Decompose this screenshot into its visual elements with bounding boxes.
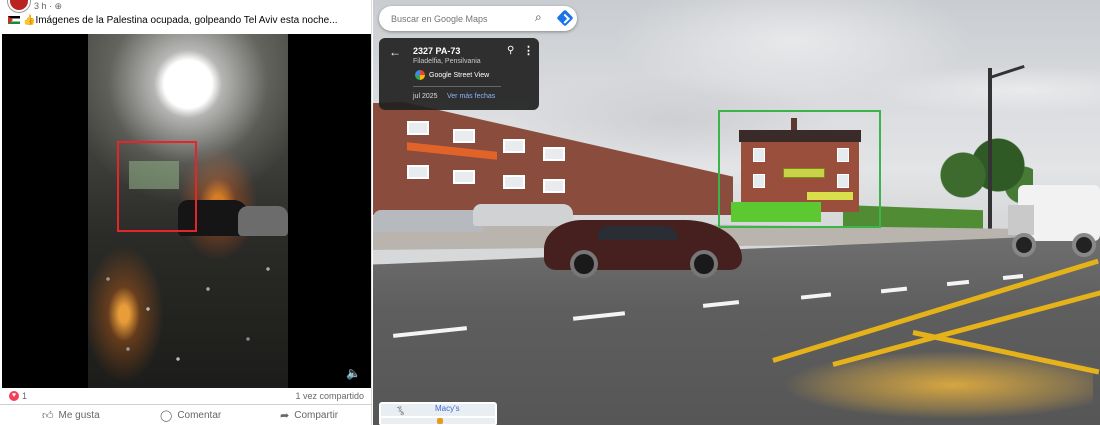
like-button[interactable]: 👍︎ Me gusta [42,409,100,422]
city-subtitle: Filadelfia, Pensilvania [413,58,481,65]
like-label: Me gusta [58,410,100,421]
parked-suv [473,204,573,226]
red-highlight-box [117,141,197,232]
video-frame [88,34,288,388]
maps-search-bar[interactable]: ⌕ [379,6,577,31]
thumbs-up-icon: 👍︎ [42,410,54,422]
google-logo-icon [415,70,425,80]
share-count[interactable]: 1 vez compartido [295,391,364,401]
search-icon[interactable]: ⌕ [535,10,542,25]
street-view-service: Google Street View [415,70,489,80]
post-actions: 👍︎ Me gusta ◯ Comentar ➦ Compartir [0,404,372,424]
comparison-screenshot: 3 h · ⊕ 👍Imágenes de la Palestina ocupad… [0,0,1100,425]
post-timestamp[interactable]: 3 h · ⊕ [34,1,62,12]
card-divider [413,86,501,87]
parked-car-silver [373,210,483,232]
debris-field [88,249,288,388]
maroon-sedan [544,220,742,278]
comment-button[interactable]: ◯ Comentar [160,409,221,422]
thumbs-up-emoji: 👍 [23,15,36,26]
minimap-place-label: Macy's [435,404,460,413]
service-label: Google Street View [429,71,490,79]
shopping-bag-icon [437,418,443,424]
directions-icon[interactable] [556,9,574,27]
share-button[interactable]: ➦ Compartir [280,409,338,422]
minimap[interactable]: Ave Macy's [379,402,497,425]
palestine-flag-icon [8,16,20,24]
street-view-info-card: ← 2327 PA-73 Filadelfia, Pensilvania ⚲ ⋮… [379,38,539,110]
post-video[interactable]: 🔈 [2,34,371,388]
more-options-icon[interactable]: ⋮ [523,44,534,57]
back-arrow-icon[interactable]: ← [389,45,401,59]
avatar[interactable] [8,0,30,12]
white-truck [1008,175,1100,257]
post-header: 3 h · ⊕ 👍Imágenes de la Palestina ocupad… [0,0,372,34]
volume-icon[interactable]: 🔈 [346,366,361,380]
comment-label: Comentar [177,410,222,421]
location-pin-icon[interactable]: ⚲ [507,45,514,56]
street-light-pole [988,68,992,233]
blurred-foreground [753,345,1093,425]
post-stats: ♥ 1 1 vez compartido [0,390,372,404]
capture-date: jul 2025 [413,93,438,100]
green-highlight-box [718,110,881,228]
search-input[interactable] [391,11,521,26]
lit-building-sign [129,161,179,189]
address-title: 2327 PA-73 [413,46,461,56]
heart-reaction-icon[interactable]: ♥ [9,391,19,401]
facebook-post: 3 h · ⊕ 👍Imágenes de la Palestina ocupad… [0,0,372,425]
post-caption: 👍Imágenes de la Palestina ocupada, golpe… [8,15,338,26]
caption-text: Imágenes de la Palestina ocupada, golpea… [35,15,338,26]
more-dates-link[interactable]: Ver más fechas [447,93,495,100]
comment-icon: ◯ [160,410,173,422]
parked-car [238,206,288,236]
street-view-panorama[interactable]: ⌕ ← 2327 PA-73 Filadelfia, Pensilvania ⚲… [373,0,1100,425]
share-label: Compartir [294,410,339,421]
reaction-count[interactable]: 1 [22,391,27,401]
share-icon: ➦ [280,410,290,422]
